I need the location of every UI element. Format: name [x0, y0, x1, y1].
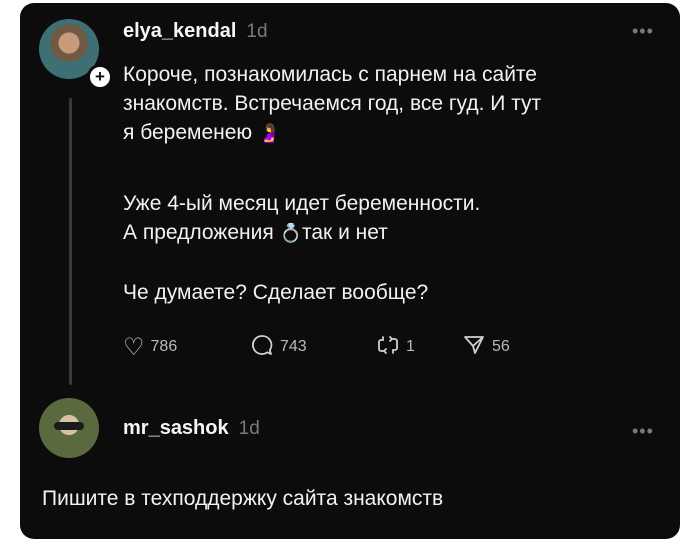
follow-plus-icon[interactable]: + [87, 64, 113, 90]
share-button[interactable]: 56 [462, 333, 510, 361]
like-count: 786 [150, 338, 178, 355]
post-line: Короче, познакомилась с парнем на сайте [123, 63, 537, 86]
post-text-paragraph-3: Че думаете? Сделает вообще? [123, 278, 663, 307]
post-time: 1d [246, 21, 268, 42]
repost-icon [376, 333, 400, 361]
comment-bubble-icon [250, 333, 274, 361]
post-text-paragraph-1: Короче, познакомилась с парнем на сайте … [123, 60, 663, 148]
like-button[interactable]: ♡ 786 [123, 335, 250, 359]
comment-count: 743 [280, 338, 307, 355]
repost-count: 1 [406, 338, 415, 355]
post-line: знакомств. Встречаемся год, все гуд. И т… [123, 92, 542, 115]
more-options-icon[interactable]: ••• [632, 421, 654, 442]
post-header: elya_kendal 1d [123, 20, 268, 43]
repost-button[interactable]: 1 [376, 333, 462, 361]
pregnant-woman-icon: 🤰 [258, 123, 281, 144]
heart-icon: ♡ [123, 333, 145, 361]
reply-text: Пишите в техподдержку сайта знакомств [42, 487, 444, 510]
more-options-icon[interactable]: ••• [632, 21, 654, 42]
post-text-paragraph-2: Уже 4-ый месяц идет беременности. А пред… [123, 189, 663, 248]
reply-username[interactable]: mr_sashok [123, 417, 229, 440]
send-icon [462, 333, 486, 361]
threads-post-card: + elya_kendal 1d ••• Короче, познакомила… [20, 3, 680, 539]
sunglasses-shape [54, 422, 84, 430]
share-count: 56 [492, 338, 510, 355]
post-line: Уже 4-ый месяц идет беременности. [123, 192, 481, 215]
post-line: Че думаете? Сделает вообще? [123, 281, 429, 304]
post-username[interactable]: elya_kendal [123, 20, 236, 43]
reply-time: 1d [238, 418, 260, 439]
reply-header: mr_sashok 1d [123, 417, 260, 440]
thread-line [69, 98, 72, 385]
comment-button[interactable]: 743 [250, 333, 376, 361]
ring-icon: 💍 [279, 223, 302, 244]
post-line: А предложения 💍так и нет [123, 221, 388, 244]
post-actions: ♡ 786 743 1 56 [123, 333, 510, 361]
avatar[interactable] [39, 398, 99, 458]
post-line: я беременею 🤰 [123, 121, 281, 144]
